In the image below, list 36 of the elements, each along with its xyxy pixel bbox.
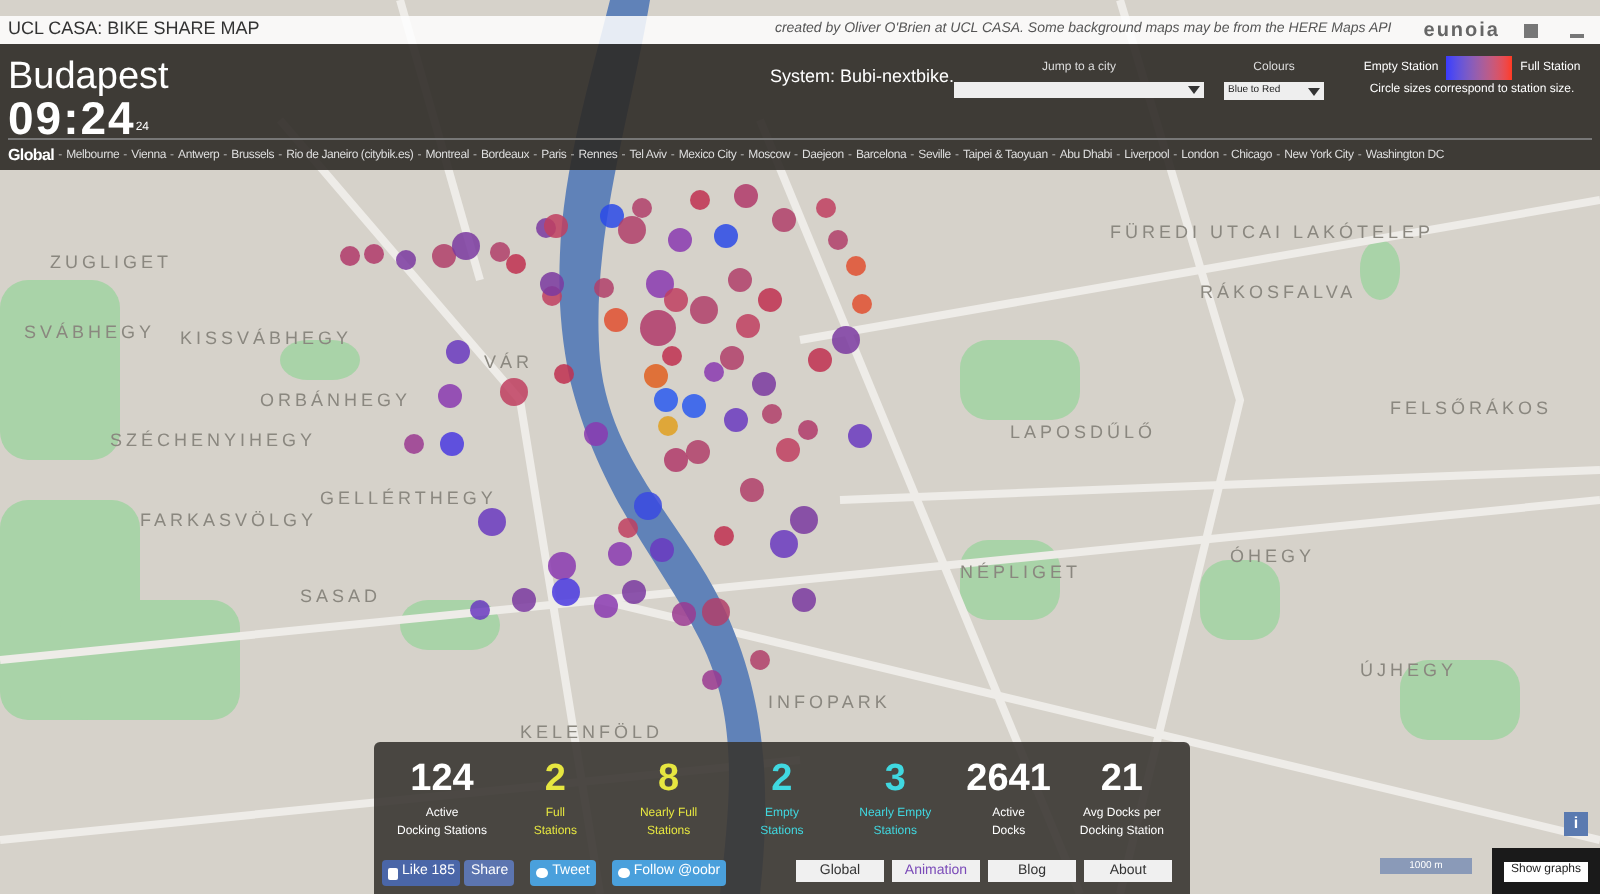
place-label: ZUGLIGET: [50, 250, 173, 276]
logo: eunoia: [1423, 17, 1500, 45]
place-label: VÁR: [484, 350, 534, 376]
caret-icon: [1308, 87, 1320, 95]
stat-value: 124: [410, 758, 474, 802]
stat-value: 3: [884, 758, 906, 802]
place-label: NÉPLIGET: [960, 560, 1082, 586]
place-label: LAPOSDŰLŐ: [1010, 420, 1157, 446]
place-label: FELSŐRÁKOS: [1390, 396, 1553, 422]
place-label: RÁKOSFALVA: [1200, 280, 1357, 306]
window-icon: [1524, 23, 1538, 37]
colour-scale: [1446, 56, 1513, 80]
city-link[interactable]: Global: [8, 144, 55, 168]
place-label: GELLÉRTHEGY: [320, 486, 497, 512]
app-title: UCL CASA: BIKE SHARE MAP: [8, 16, 260, 43]
city-name: Budapest: [8, 54, 169, 102]
stat-value: 8: [658, 758, 680, 802]
city-select[interactable]: [954, 82, 1204, 98]
place-label: SVÁBHEGY: [24, 320, 156, 346]
place-label: ÚJHEGY: [1360, 658, 1458, 684]
info-button[interactable]: i: [1564, 812, 1588, 836]
place-label: SZÉCHENYIHEGY: [110, 428, 317, 454]
stat-value: 2641: [966, 758, 1051, 802]
place-label: KISSVÁBHEGY: [180, 326, 353, 352]
place-label: SASAD: [300, 584, 382, 610]
place-label: INFOPARK: [768, 690, 891, 716]
place-label: FARKASVÖLGY: [140, 508, 318, 534]
place-label: KELENFÖLD: [520, 720, 664, 746]
place-label: FÜREDI UTCAI LAKÓTELEP: [1110, 220, 1435, 246]
place-label: ORBÁNHEGY: [260, 388, 412, 414]
system-name: System: Bubi-nextbike.: [770, 64, 955, 90]
caret-icon: [1188, 86, 1200, 94]
stat-value: 2: [771, 758, 793, 802]
stat-value: 2: [544, 758, 566, 802]
stat-value: 21: [1100, 758, 1143, 802]
place-label: ÓHEGY: [1230, 544, 1316, 570]
